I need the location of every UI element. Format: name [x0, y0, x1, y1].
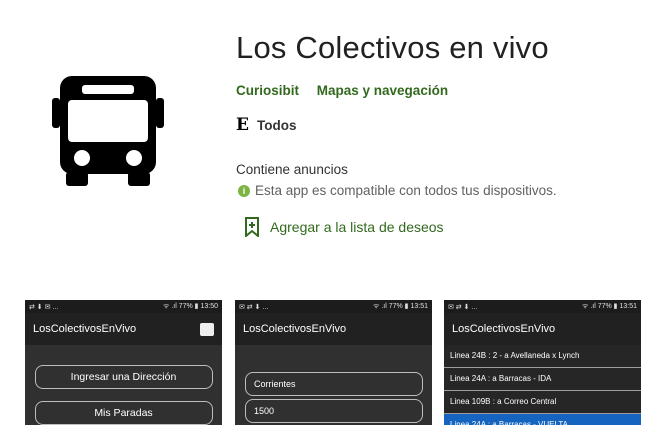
number-field: 1500 [245, 399, 423, 423]
content-rating-label: Todos [256, 117, 297, 133]
developer-link[interactable]: Curiosibit [236, 83, 299, 98]
app-bar-title: LosColectivosEnVivo [33, 323, 137, 335]
content-rating-icon: E [236, 115, 249, 135]
compatibility-text: Esta app es compatible con todos tus dis… [255, 183, 557, 198]
screenshot-2[interactable]: ✉ ⇄ ⬇ ... ᯤ .ıl 77% ▮ 13:51 LosColectivo… [235, 300, 432, 425]
ads-label: Contiene anuncios [236, 162, 348, 177]
list-item: Linea 109B : a Correo Central [444, 391, 641, 414]
app-title: Los Colectivos en vivo [236, 30, 549, 65]
wishlist-label: Agregar a la lista de deseos [270, 219, 444, 235]
app-meta: Curiosibit Mapas y navegación [236, 83, 448, 98]
screenshot-1[interactable]: ⇄ ⬇ ✉ ... ᯤ .ıl 77% ▮ 13:50 LosColectivo… [25, 300, 222, 425]
street-field: Corrientes [245, 372, 423, 396]
app-bar-title: LosColectivosEnVivo [243, 323, 347, 335]
app-bar: LosColectivosEnVivo [235, 313, 432, 345]
category-link[interactable]: Mapas y navegación [317, 83, 448, 98]
app-bar: LosColectivosEnVivo [444, 313, 641, 345]
app-bar: LosColectivosEnVivo [25, 313, 222, 345]
app-bar-title: LosColectivosEnVivo [452, 323, 556, 335]
my-stops-button: Mis Paradas [34, 401, 213, 425]
content-rating: E Todos [236, 115, 296, 135]
screenshot-3[interactable]: ✉ ⇄ ⬇ ... ᯤ .ıl 77% ▮ 13:51 LosColectivo… [444, 300, 641, 425]
bus-icon [52, 76, 164, 188]
add-to-wishlist-button[interactable]: Agregar a la lista de deseos [244, 217, 444, 237]
bookmark-add-icon [245, 217, 259, 237]
menu-icon [200, 322, 214, 336]
list-item: Linea 24B : 2 - a Avellaneda x Lynch [444, 345, 641, 368]
enter-address-button: Ingresar una Dirección [34, 365, 213, 389]
list-item: Linea 24A : a Barracas - VUELTA [444, 414, 641, 425]
compatibility-notice: i Esta app es compatible con todos tus d… [238, 183, 557, 198]
status-bar: ⇄ ⬇ ✉ ... ᯤ .ıl 77% ▮ 13:50 [25, 300, 222, 313]
status-bar: ✉ ⇄ ⬇ ... ᯤ .ıl 77% ▮ 13:51 [235, 300, 432, 313]
status-bar: ✉ ⇄ ⬇ ... ᯤ .ıl 77% ▮ 13:51 [444, 300, 641, 313]
info-icon: i [238, 184, 250, 197]
list-item: Linea 24A : a Barracas - IDA [444, 368, 641, 391]
